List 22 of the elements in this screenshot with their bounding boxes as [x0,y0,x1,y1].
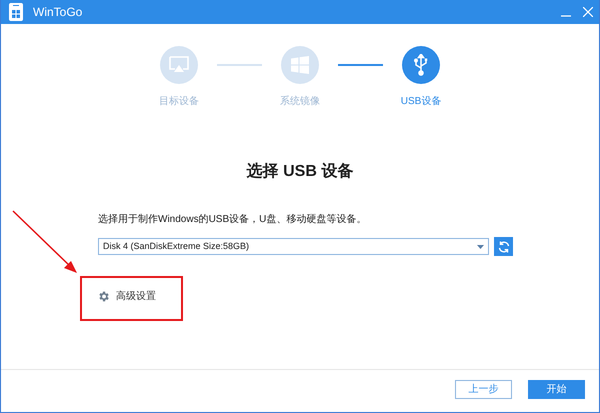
usb-icon [413,54,429,76]
refresh-button[interactable] [494,237,513,256]
windows-icon [291,56,309,74]
step-connector [338,64,383,66]
refresh-icon [498,240,510,252]
start-button[interactable]: 开始 [528,380,585,399]
close-icon[interactable] [583,7,593,17]
gear-icon[interactable] [97,290,110,303]
instruction-text: 选择用于制作Windows的USB设备，U盘、移动硬盘等设备。 [98,212,366,227]
step-label: 目标设备 [159,94,199,109]
app-icon [9,3,23,21]
step-label: USB设备 [400,95,442,109]
monitor-icon [169,56,189,74]
annotation-arrow [12,210,78,274]
advanced-settings-link[interactable]: 高级设置 [116,289,156,304]
device-dropdown[interactable]: Disk 4 (SanDiskExtreme Size:58GB) [98,238,489,255]
step-connector [217,64,262,66]
page-heading: 选择 USB 设备 [246,162,354,182]
back-button[interactable]: 上一步 [455,380,512,399]
dropdown-caret-icon [477,244,484,248]
window-title: WinToGo [33,4,82,21]
step-label: 系统镜像 [280,94,320,109]
